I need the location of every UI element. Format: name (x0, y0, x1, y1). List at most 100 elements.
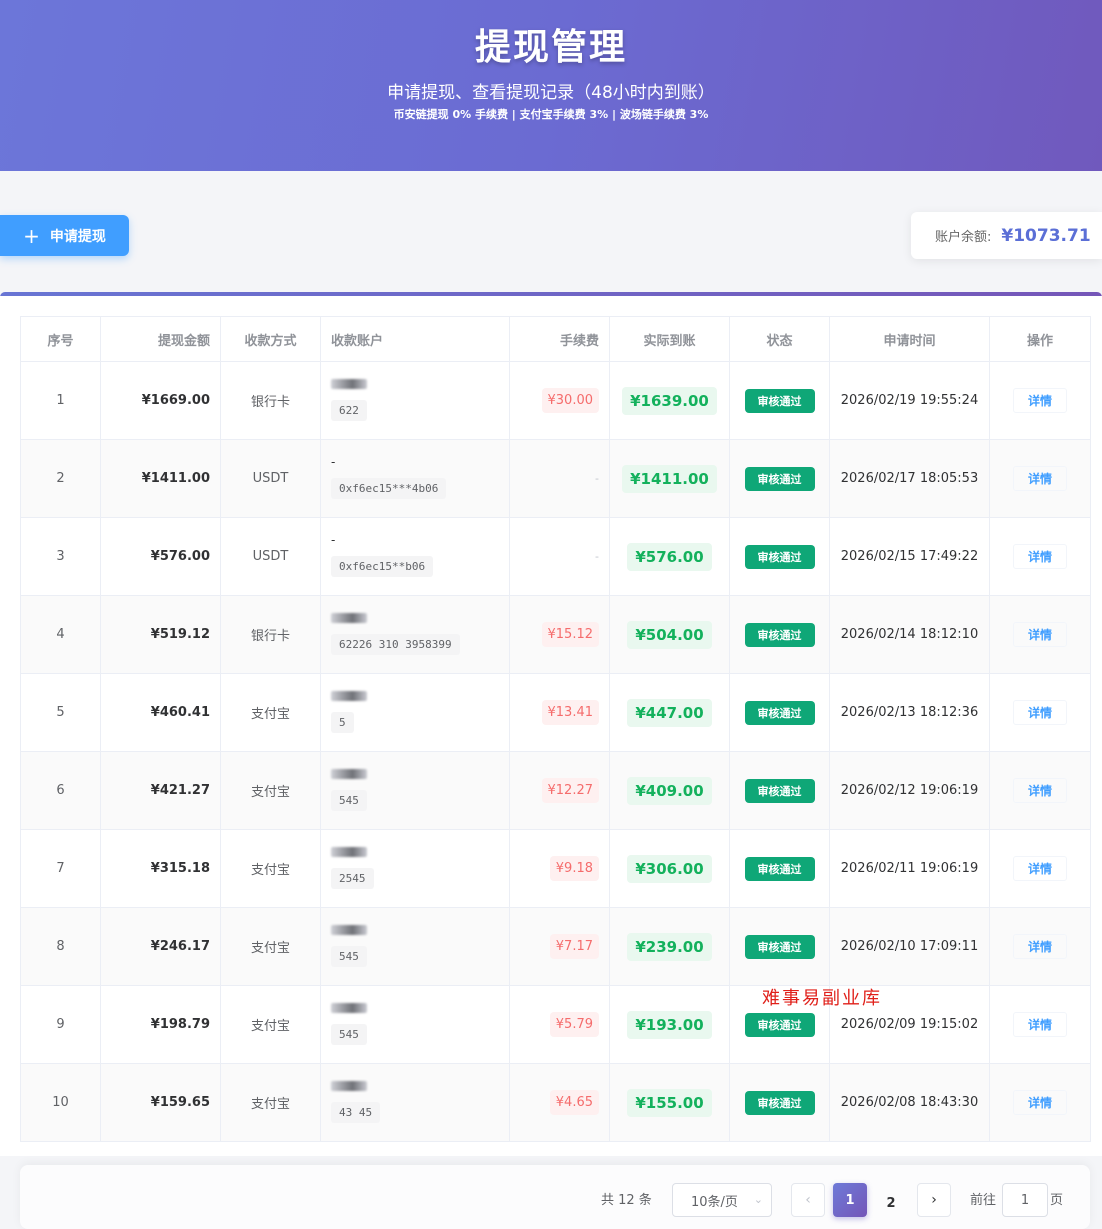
chevron-down-icon: ⌄ (753, 1193, 763, 1206)
fee-tag: - (595, 550, 599, 563)
redacted-name (331, 379, 367, 389)
real-amount-tag: ¥1411.00 (622, 464, 717, 493)
balance-value: ¥1073.71 (1001, 225, 1091, 246)
detail-button[interactable]: 详情 (1012, 622, 1067, 647)
row-amount: ¥246.17 (100, 907, 221, 986)
detail-button[interactable]: 详情 (1012, 544, 1067, 569)
status-badge: 审核通过 (744, 856, 815, 881)
row-method: 支付宝 (220, 985, 321, 1064)
row-status: 审核通过 (729, 829, 830, 908)
col-header-index: 序号 (20, 316, 101, 362)
row-fee: - (509, 439, 610, 518)
account-number: 43 45 (331, 1102, 381, 1123)
row-method: USDT (220, 517, 321, 596)
status-badge: 审核通过 (744, 934, 815, 959)
detail-button[interactable]: 详情 (1012, 934, 1067, 959)
goto-page-input[interactable]: 1 (1002, 1183, 1048, 1217)
page-size-select[interactable]: 10条/页 ⌄ (672, 1183, 772, 1217)
redacted-name (331, 613, 367, 623)
page-title: 提现管理 (474, 27, 627, 68)
row-op: 详情 (989, 361, 1091, 440)
account-number: 5 (331, 712, 354, 733)
row-amount: ¥460.41 (100, 673, 221, 752)
fee-tag: - (595, 472, 599, 485)
row-real: ¥306.00 (609, 829, 730, 908)
redacted-name (331, 847, 367, 857)
row-time: 2026/02/13 18:12:36 (829, 673, 990, 752)
detail-button[interactable]: 详情 (1012, 1090, 1067, 1115)
detail-button[interactable]: 详情 (1012, 1012, 1067, 1037)
col-header-status: 状态 (729, 316, 830, 362)
redacted-name (331, 1003, 367, 1013)
row-fee: ¥9.18 (509, 829, 610, 908)
detail-button[interactable]: 详情 (1012, 700, 1067, 725)
fee-tag: ¥4.65 (549, 1090, 599, 1115)
col-header-fee: 手续费 (509, 316, 610, 362)
apply-withdraw-button[interactable]: + 申请提现 (0, 215, 129, 256)
detail-button[interactable]: 详情 (1012, 778, 1067, 803)
apply-withdraw-label: 申请提现 (49, 228, 106, 245)
table-row: 3 ¥576.00 USDT -0xf6ec15**b06- ¥576.00 审核通过 20… (20, 517, 1091, 596)
row-time: 2026/02/11 19:06:19 (829, 829, 990, 908)
status-badge: 审核通过 (744, 778, 815, 803)
fee-tag: ¥15.12 (541, 622, 599, 647)
status-badge: 审核通过 (744, 700, 815, 725)
row-amount: ¥315.18 (100, 829, 221, 908)
real-amount-tag: ¥193.00 (627, 1010, 712, 1039)
row-amount: ¥519.12 (100, 595, 221, 674)
page-subtitle: 申请提现、查看提现记录（48小时内到账） (387, 83, 715, 103)
row-real: ¥447.00 (609, 673, 730, 752)
row-amount: ¥198.79 (100, 985, 221, 1064)
account-number: 545 (331, 1024, 367, 1045)
row-index: 3 (20, 517, 101, 596)
row-account: 2545 (320, 829, 510, 908)
account-holder (331, 376, 509, 392)
table-row: 10 ¥159.65 支付宝 43 45 ¥4.65 ¥155.00 审核通过 2026/02… (20, 1063, 1091, 1142)
page-button-1[interactable]: 1 (833, 1183, 867, 1217)
fee-tag: ¥5.79 (549, 1012, 599, 1037)
row-time: 2026/02/19 19:55:24 (829, 361, 990, 440)
detail-button[interactable]: 详情 (1012, 466, 1067, 491)
balance-label: 账户余额: (935, 230, 992, 245)
table-row: 2 ¥1411.00 USDT -0xf6ec15***4b06- ¥1411.00 审核… (20, 439, 1091, 518)
table-row: 9 ¥198.79 支付宝 545 ¥5.79 ¥193.00 审核通过 2026/02/09… (20, 985, 1091, 1064)
real-amount-tag: ¥306.00 (627, 854, 712, 883)
row-op: 详情 (989, 907, 1091, 986)
row-op: 详情 (989, 829, 1091, 908)
page-size-value: 10条/页 (691, 1194, 738, 1210)
account-holder (331, 688, 509, 704)
row-op: 详情 (989, 1063, 1091, 1142)
row-real: ¥1639.00 (609, 361, 730, 440)
detail-button[interactable]: 详情 (1012, 388, 1067, 413)
row-method: USDT (220, 439, 321, 518)
row-status: 审核通过 (729, 751, 830, 830)
fee-tag: ¥30.00 (541, 388, 599, 413)
account-holder (331, 1078, 509, 1094)
detail-button[interactable]: 详情 (1012, 856, 1067, 881)
prev-page-button[interactable]: ‹ (791, 1183, 825, 1217)
row-method: 支付宝 (220, 829, 321, 908)
fee-tag: ¥7.17 (549, 934, 599, 959)
row-account: 545 (320, 907, 510, 986)
account-number: 0xf6ec15**b06 (331, 556, 434, 577)
status-badge: 审核通过 (744, 544, 815, 569)
real-amount-tag: ¥447.00 (627, 698, 712, 727)
next-page-button[interactable]: › (917, 1183, 951, 1217)
account-number: 2545 (331, 868, 374, 889)
account-number: 0xf6ec15***4b06 (331, 478, 447, 499)
row-amount: ¥421.27 (100, 751, 221, 830)
table-row: 7 ¥315.18 支付宝 2545 ¥9.18 ¥306.00 审核通过 2026/02/1… (20, 829, 1091, 908)
row-method: 支付宝 (220, 673, 321, 752)
row-status: 审核通过 (729, 361, 830, 440)
row-real: ¥409.00 (609, 751, 730, 830)
row-real: ¥504.00 (609, 595, 730, 674)
row-status: 审核通过 (729, 595, 830, 674)
row-account: 545 (320, 985, 510, 1064)
account-number: 62226 310 3958399 (331, 634, 460, 655)
redacted-name (331, 1081, 367, 1091)
goto-label: 前往 (970, 1193, 997, 1208)
row-status: 审核通过 (729, 673, 830, 752)
fee-tag: ¥12.27 (541, 778, 599, 803)
page-button-2[interactable]: 2 (874, 1186, 908, 1220)
row-fee: ¥7.17 (509, 907, 610, 986)
